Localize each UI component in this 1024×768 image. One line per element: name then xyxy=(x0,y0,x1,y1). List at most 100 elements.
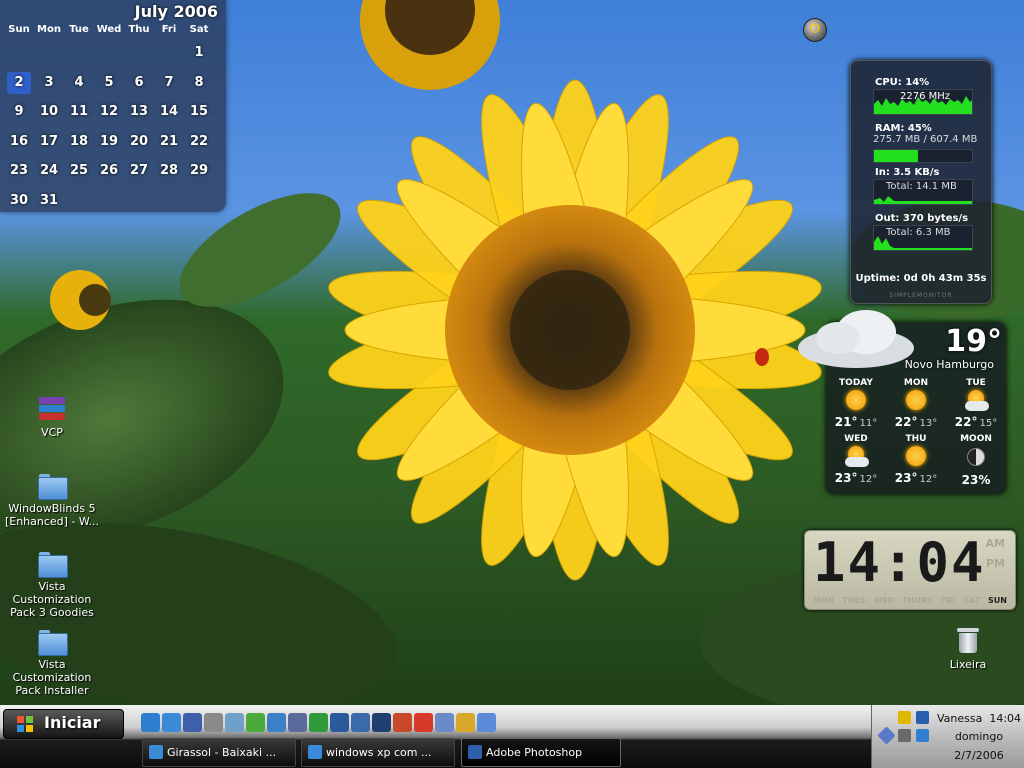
explorer-icon[interactable] xyxy=(162,713,181,732)
calendar-day[interactable]: 15 xyxy=(184,97,214,127)
desktop-icon-vcp-goodies[interactable]: Vista Customization Pack 3 Goodies xyxy=(2,552,102,619)
browser-icon xyxy=(308,745,322,759)
calendar-day[interactable]: 3 xyxy=(34,68,64,98)
calendar-day[interactable]: 5 xyxy=(94,68,124,98)
taskbar-button-windows-xp[interactable]: windows xp com ... xyxy=(301,738,455,767)
calendar-day[interactable]: 23 xyxy=(4,156,34,186)
ram-bar xyxy=(873,149,973,163)
task-label: windows xp com ... xyxy=(326,746,432,759)
forecast-low: 15° xyxy=(979,418,998,429)
calendar-day[interactable]: 7 xyxy=(154,68,184,98)
power-button[interactable]: ⏻ xyxy=(803,18,827,42)
device-tray-icon[interactable] xyxy=(898,729,911,742)
messenger-icon[interactable] xyxy=(225,713,244,732)
desktop-icon-label: VCP xyxy=(41,426,63,439)
forecast-high: 23° xyxy=(834,471,858,485)
photo-icon[interactable] xyxy=(351,713,370,732)
calendar-day[interactable]: 12 xyxy=(94,97,124,127)
desktop-icon-windowblinds[interactable]: WindowBlinds 5 [Enhanced] - W... xyxy=(2,474,102,528)
sun-icon xyxy=(844,390,868,414)
taskbar-button-photoshop[interactable]: Adobe Photoshop xyxy=(461,738,621,767)
key-icon[interactable] xyxy=(456,713,475,732)
calendar-blank xyxy=(4,38,34,68)
forecast-day: THU xyxy=(905,434,927,444)
calendar-day[interactable]: 16 xyxy=(4,127,34,157)
forecast-moon: MOON 23% xyxy=(946,434,1006,487)
ie-icon[interactable] xyxy=(141,713,160,732)
calendar-blank xyxy=(34,38,64,68)
start-label: Iniciar xyxy=(44,713,101,732)
system-monitor-gadget[interactable]: CPU: 14% 2276 MHz RAM: 45% 275.7 MB / 60… xyxy=(850,60,992,304)
desktop-icon-recycle-bin[interactable]: Lixeira xyxy=(918,628,1018,671)
network-icon[interactable] xyxy=(204,713,223,732)
forecast-tue: TUE 22° 15° xyxy=(946,378,1006,429)
ram-value: 275.7 MB / 607.4 MB xyxy=(873,134,978,145)
tools-icon[interactable] xyxy=(309,713,328,732)
desktop-icon-label: Vista Customization Pack 3 Goodies xyxy=(10,580,94,619)
clock-weekday: SUN xyxy=(988,596,1007,605)
calendar-day[interactable]: 26 xyxy=(94,156,124,186)
net-out-graph: Total: 6.3 MB xyxy=(873,225,973,251)
photoshop-icon xyxy=(468,745,482,759)
forecast-temps: 21° 11° xyxy=(826,415,886,429)
calendar-day[interactable]: 24 xyxy=(34,156,64,186)
calendar-day[interactable]: 20 xyxy=(124,127,154,157)
calendar-gadget[interactable]: July 2006 Sun Mon Tue Wed Thu Fri Sat 12345678… xyxy=(0,0,226,212)
tray-user-time[interactable]: Vanessa 14:04 xyxy=(936,712,1022,725)
clock-weekdays: MON TUES WED THURS FRI SAT SUN xyxy=(813,596,1007,605)
calendar-day[interactable]: 19 xyxy=(94,127,124,157)
calendar-day[interactable]: 11 xyxy=(64,97,94,127)
security-shield-icon[interactable] xyxy=(898,711,911,724)
digital-clock-gadget[interactable]: 14:04 AM PM MON TUES WED THURS FRI SAT SUN xyxy=(804,530,1016,610)
calendar-day[interactable]: 1 xyxy=(184,38,214,68)
calendar-day[interactable]: 28 xyxy=(154,156,184,186)
forecast-low: 12° xyxy=(919,474,938,485)
system-tray: Vanessa 14:04 domingo 2/7/2006 xyxy=(871,705,1024,768)
calendar-day[interactable]: 6 xyxy=(124,68,154,98)
calculator-icon[interactable] xyxy=(288,713,307,732)
calendar-day[interactable]: 30 xyxy=(4,186,34,216)
calendar-day[interactable]: 10 xyxy=(34,97,64,127)
desktop-icon-vcp-installer[interactable]: Vista Customization Pack Installer xyxy=(2,630,102,697)
media-player-icon[interactable] xyxy=(183,713,202,732)
calendar-day[interactable]: 14 xyxy=(154,97,184,127)
calendar-day[interactable]: 31 xyxy=(34,186,64,216)
weather-gadget[interactable]: 19° Novo Hamburgo TODAY 21° 11° MON 22° 13° TU… xyxy=(798,310,1006,494)
calendar-day[interactable]: 21 xyxy=(154,127,184,157)
clock-weekday: WED xyxy=(873,596,895,605)
calendar-day-today[interactable]: 2 xyxy=(7,71,31,94)
calendar-day[interactable]: 27 xyxy=(124,156,154,186)
calendar-day[interactable]: 9 xyxy=(4,97,34,127)
calendar-day[interactable]: 29 xyxy=(184,156,214,186)
calendar-day[interactable]: 17 xyxy=(34,127,64,157)
calendar-blank xyxy=(94,38,124,68)
calendar-day[interactable]: 22 xyxy=(184,127,214,157)
moon-icon xyxy=(964,448,988,472)
desktop-icon-label: Lixeira xyxy=(949,658,987,671)
calendar-day[interactable]: 4 xyxy=(64,68,94,98)
record-icon[interactable] xyxy=(414,713,433,732)
film-icon[interactable] xyxy=(372,713,391,732)
gadget-tray-icon[interactable] xyxy=(877,726,896,745)
start-button[interactable]: Iniciar xyxy=(3,709,124,739)
forecast-low: 13° xyxy=(919,418,938,429)
calendar-day[interactable]: 13 xyxy=(124,97,154,127)
forecast-wed: WED 23° 12° xyxy=(826,434,886,485)
clock-time: 14:04 xyxy=(813,531,986,594)
taskbar-button-girassol[interactable]: Girassol - Baixaki ... xyxy=(142,738,296,767)
info-icon[interactable] xyxy=(246,713,265,732)
settings-icon[interactable] xyxy=(477,713,496,732)
window-icon[interactable] xyxy=(435,713,454,732)
calendar-day[interactable]: 8 xyxy=(184,68,214,98)
update-tray-icon[interactable] xyxy=(916,729,929,742)
calendar-day[interactable]: 18 xyxy=(64,127,94,157)
document-icon[interactable] xyxy=(267,713,286,732)
desktop-icon-vcp[interactable]: VCP xyxy=(2,396,102,439)
app-icon[interactable] xyxy=(330,713,349,732)
network-tray-icon[interactable] xyxy=(916,711,929,724)
paint-icon[interactable] xyxy=(393,713,412,732)
winrar-icon xyxy=(37,396,67,422)
calendar-day[interactable]: 25 xyxy=(64,156,94,186)
tray-date: 2/7/2006 xyxy=(954,749,1004,762)
folder-icon xyxy=(38,474,68,500)
